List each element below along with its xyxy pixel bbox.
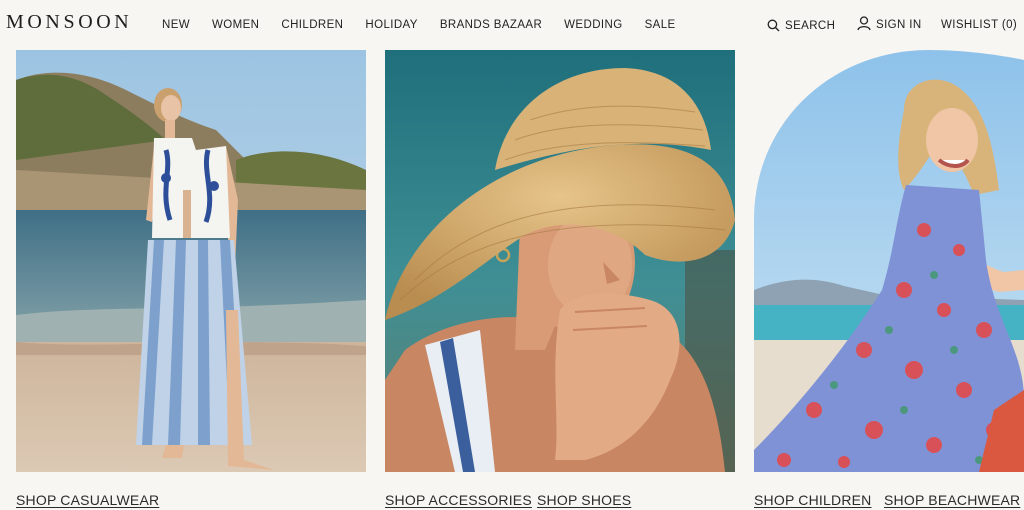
user-icon: [857, 15, 871, 31]
shop-beachwear-link[interactable]: SHOP BEACHWEAR: [884, 492, 1020, 508]
wishlist-button[interactable]: WISHLIST (0): [941, 19, 1017, 31]
shop-children-link[interactable]: SHOP CHILDREN: [754, 492, 871, 508]
nav-item-children[interactable]: CHILDREN: [281, 19, 343, 31]
search-icon: [767, 19, 780, 32]
nav-item-holiday[interactable]: HOLIDAY: [365, 19, 417, 31]
shop-accessories-link[interactable]: SHOP ACCESSORIES: [385, 492, 532, 508]
search-button[interactable]: SEARCH: [767, 19, 835, 32]
shop-shoes-link[interactable]: SHOP SHOES: [537, 492, 631, 508]
tile-children-image[interactable]: [754, 50, 1024, 472]
sign-in-label: SIGN IN: [876, 19, 922, 31]
nav-item-sale[interactable]: SALE: [645, 19, 676, 31]
shop-casualwear-link[interactable]: SHOP CASUALWEAR: [16, 492, 159, 508]
nav-item-wedding[interactable]: WEDDING: [564, 19, 622, 31]
nav-item-women[interactable]: WOMEN: [212, 19, 259, 31]
search-label: SEARCH: [785, 19, 836, 32]
sign-in-button[interactable]: SIGN IN: [857, 15, 922, 31]
tile-casualwear-image[interactable]: [16, 50, 366, 472]
site-header: MONSOON NEW WOMEN CHILDREN HOLIDAY BRAND…: [0, 0, 1024, 50]
wishlist-label: WISHLIST (0): [941, 19, 1018, 31]
tile-accessories-image[interactable]: [385, 50, 735, 472]
nav-item-new[interactable]: NEW: [162, 19, 190, 31]
nav-item-brands-bazaar[interactable]: BRANDS BAZAAR: [440, 19, 542, 31]
main-nav: NEW WOMEN CHILDREN HOLIDAY BRANDS BAZAAR…: [162, 19, 698, 31]
brand-logo[interactable]: MONSOON: [6, 11, 132, 34]
